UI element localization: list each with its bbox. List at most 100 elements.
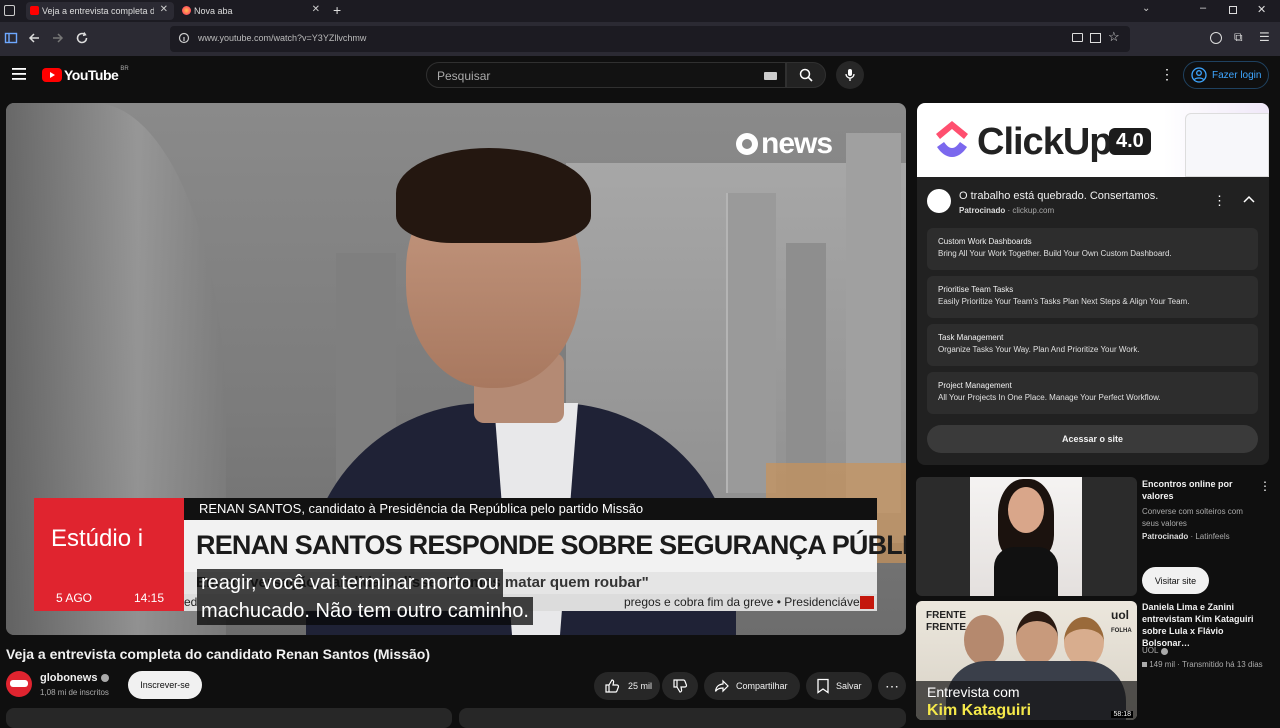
menu-icon[interactable]: ☰ (1259, 30, 1275, 46)
share-button[interactable]: Compartilhar (704, 672, 800, 700)
search-button[interactable] (786, 62, 826, 88)
bookmark-star-icon[interactable]: ☆ (1108, 29, 1120, 45)
save-button[interactable]: Salvar (806, 672, 872, 700)
microphone-icon (845, 69, 855, 81)
verified-check-icon (101, 674, 110, 682)
save-label: Salvar (836, 681, 862, 691)
video-age: Transmitido há 13 dias (1182, 660, 1263, 669)
minimize-icon[interactable]: – (1200, 2, 1206, 14)
ad-sitelink[interactable]: Custom Work Dashboards Bring All Your Wo… (927, 228, 1258, 270)
video-player[interactable]: news Estúdio i 5 AGO 14:15 RENAN SANTOS,… (6, 103, 906, 635)
tab-youtube[interactable]: Veja a entrevista completa do c ✕ (26, 2, 174, 20)
person-hair (396, 148, 591, 243)
visit-site-button[interactable]: Visitar site (1142, 567, 1209, 594)
browser-tabstrip: Veja a entrevista completa do c ✕ Nova a… (0, 0, 1280, 22)
close-tab-icon[interactable]: ✕ (312, 4, 320, 15)
thumb-badge: FRENTE FRENTE (926, 610, 966, 634)
restore-icon[interactable] (1229, 6, 1237, 14)
ad-banner[interactable]: ClickUp 4.0 (917, 103, 1269, 177)
reload-icon[interactable] (75, 31, 91, 47)
sidebar-ad-more-icon[interactable]: ⋮ (1259, 479, 1271, 493)
lower-third-brand-box: Estúdio i 5 AGO 14:15 (34, 498, 184, 611)
ad-headline[interactable]: O trabalho está quebrado. Consertamos. (959, 190, 1158, 202)
sponsored-ad-panel: ClickUp 4.0 O trabalho está quebrado. Co… (917, 103, 1269, 465)
tab-title: Veja a entrevista completa do c (42, 6, 154, 16)
more-actions-button[interactable]: ⋯ (878, 672, 906, 700)
sponsored-label: Patrocinado (1142, 532, 1189, 541)
channel-name-text: UOL (1142, 646, 1159, 655)
caption-line-1: reagir, você vai terminar morto ou (197, 569, 503, 597)
woman-top (994, 547, 1058, 596)
list-all-tabs-icon[interactable]: ⌄ (1142, 3, 1150, 14)
url-bar[interactable]: www.youtube.com/watch?v=Y3YZllvchmw ☆ (170, 26, 1130, 52)
ad-sitelink[interactable]: Task Management Organize Tasks Your Way.… (927, 324, 1258, 366)
firefox-favicon-icon (182, 6, 191, 15)
region-code: BR (120, 66, 129, 72)
thumb-title-line-1: Entrevista com (927, 684, 1020, 700)
search-input[interactable]: Pesquisar (426, 62, 786, 88)
tab-new[interactable]: Nova aba ✕ (178, 2, 326, 20)
sidebar-video-title[interactable]: Daniela Lima e Zanini entrevistam Kim Ka… (1142, 601, 1270, 649)
collapse-chevron-icon[interactable] (1243, 195, 1255, 203)
video-title: Veja a entrevista completa do candidato … (6, 646, 431, 662)
subscribe-label: Inscrever-se (140, 680, 190, 690)
picture-in-picture-icon[interactable] (1072, 33, 1083, 42)
verified-check-icon (1161, 647, 1169, 655)
sidebar-video-thumbnail[interactable]: FRENTE FRENTE uol FOLHA Entrevista com K… (916, 601, 1137, 720)
sitelink-desc: Organize Tasks Your Way. Plan And Priori… (938, 345, 1140, 354)
site-info-icon[interactable] (178, 32, 190, 44)
comment-card (6, 708, 452, 728)
signin-button[interactable]: Fazer login (1183, 61, 1269, 89)
caption-line-2: machucado. Não tem outro caminho. (197, 597, 533, 625)
settings-more-icon[interactable]: ⋮ (1160, 66, 1174, 83)
clickup-logo-icon (936, 121, 968, 157)
tab-list-icon[interactable] (4, 5, 15, 16)
building (846, 133, 901, 513)
channel-name-text: globonews (40, 672, 98, 684)
thumb-subbrand: FOLHA (1111, 628, 1132, 634)
forward-icon[interactable] (51, 31, 67, 47)
keyboard-icon[interactable] (764, 72, 777, 80)
youtube-header: YouTube BR Pesquisar ⋮ Fazer login (0, 56, 1280, 96)
sidebar-ad-thumbnail[interactable] (916, 477, 1137, 596)
search-placeholder: Pesquisar (437, 69, 491, 83)
youtube-play-logo-icon (42, 68, 62, 82)
visit-site-label: Acessar o site (1061, 434, 1124, 444)
person-head (964, 615, 1004, 665)
sitelink-title: Prioritise Team Tasks (938, 285, 1014, 294)
ad-more-icon[interactable]: ⋮ (1213, 193, 1226, 209)
sidebar-video-stats: 149 mil · Transmitido há 13 dias (1142, 659, 1263, 671)
like-button[interactable]: 25 mil (594, 672, 660, 700)
sidebar-toggle-icon[interactable] (4, 31, 20, 47)
close-tab-icon[interactable]: ✕ (160, 4, 168, 15)
back-icon[interactable] (27, 31, 43, 47)
broadcast-date: 5 AGO (56, 591, 93, 605)
ad-sitelink[interactable]: Project Management All Your Projects In … (927, 372, 1258, 414)
reader-view-icon[interactable] (1090, 33, 1101, 43)
channel-avatar[interactable] (6, 671, 32, 697)
ad-sitelink[interactable]: Prioritise Team Tasks Easily Prioritize … (927, 276, 1258, 318)
lower-third-headline-bar: RENAN SANTOS RESPONDE SOBRE SEGURANÇA PÚ… (184, 520, 906, 572)
subscriber-count: 1,08 mi de inscritos (40, 688, 109, 697)
subscribe-button[interactable]: Inscrever-se (128, 671, 202, 699)
ticker-prefix: ed (184, 595, 198, 609)
sitelink-desc: Bring All Your Work Together. Build Your… (938, 249, 1172, 258)
sidebar-ad-title[interactable]: Encontros online por valores (1142, 478, 1262, 502)
more-dots-icon: ⋯ (885, 677, 899, 694)
watermark-text: news (761, 127, 833, 160)
voice-search-button[interactable] (836, 61, 864, 89)
extensions-icon[interactable]: ⧉ (1234, 30, 1250, 46)
advertiser-avatar[interactable] (927, 189, 951, 213)
account-icon[interactable] (1210, 32, 1222, 44)
ad-brand: ClickUp (977, 121, 1112, 163)
dislike-button[interactable] (662, 672, 698, 700)
new-tab-icon[interactable]: + (333, 2, 341, 18)
lower-third-name-bar: RENAN SANTOS, candidato à Presidência da… (184, 498, 877, 520)
sidebar-video-channel[interactable]: UOL (1142, 645, 1169, 657)
close-window-icon[interactable]: ✕ (1257, 3, 1266, 16)
youtube-logo[interactable]: YouTube BR (42, 66, 129, 83)
visit-site-button[interactable]: Acessar o site (927, 425, 1258, 453)
guide-menu-icon[interactable] (12, 68, 26, 80)
channel-name[interactable]: globonews (40, 672, 110, 684)
comment-card (459, 708, 906, 728)
